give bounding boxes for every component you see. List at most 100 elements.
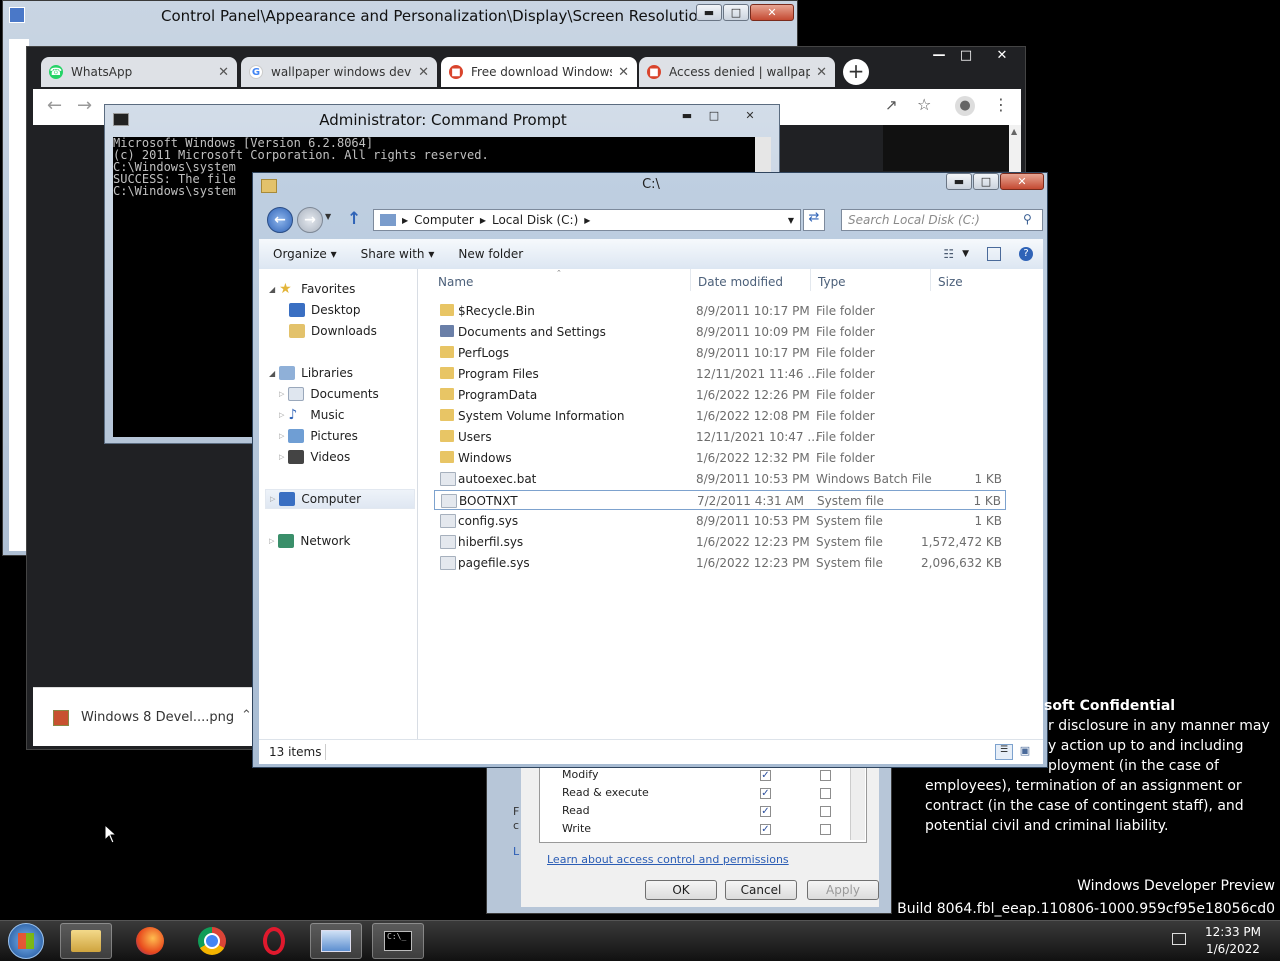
clock-time[interactable]: 12:33 PM <box>1205 925 1261 939</box>
taskbar-explorer[interactable] <box>60 923 112 959</box>
nav-favorites[interactable]: ◢ ★ Favorites <box>269 279 355 299</box>
close-tab-icon[interactable]: ✕ <box>618 65 629 80</box>
nav-desktop[interactable]: Desktop <box>289 300 361 320</box>
back-arrow-icon[interactable]: ← <box>47 95 62 116</box>
large-icons-view-icon[interactable]: ▣ <box>1017 744 1033 758</box>
file-row[interactable]: BOOTNXT 7/2/2011 4:31 AM System file 1 KB <box>434 490 1006 510</box>
new-tab-button[interactable]: + <box>843 59 869 85</box>
clock-date[interactable]: 1/6/2022 <box>1206 942 1260 956</box>
search-input[interactable]: Search Local Disk (C:) <box>841 209 1043 231</box>
file-row[interactable]: Users 12/11/2021 10:47 ... File folder <box>434 427 1006 447</box>
allow-checkbox[interactable]: ✓ <box>760 806 771 817</box>
close-tab-icon[interactable]: ✕ <box>816 65 827 80</box>
column-header-size[interactable]: Size <box>938 275 963 289</box>
new-folder-button[interactable]: New folder <box>458 247 523 261</box>
taskbar-chrome[interactable] <box>186 923 238 959</box>
network-tray-icon[interactable] <box>1172 933 1186 945</box>
tab-whatsapp[interactable]: ☎ WhatsApp ✕ <box>41 57 237 87</box>
tab-wallpaper-search[interactable]: G wallpaper windows devel ✕ <box>241 57 437 87</box>
close-button[interactable]: ✕ <box>728 107 772 124</box>
ok-button[interactable]: OK <box>645 880 717 900</box>
deny-checkbox[interactable] <box>820 824 831 835</box>
nav-network[interactable]: ▷ Network <box>269 531 351 551</box>
minimize-button[interactable]: — <box>926 47 952 64</box>
allow-checkbox[interactable]: ✓ <box>760 824 771 835</box>
close-tab-icon[interactable]: ✕ <box>418 65 429 80</box>
close-button[interactable]: ✕ <box>980 47 1024 64</box>
taskbar-firefox[interactable] <box>124 923 176 959</box>
collapse-arrow-icon[interactable]: ▷ <box>270 495 275 503</box>
nav-libraries[interactable]: ◢ Libraries <box>269 363 353 383</box>
view-options-icon[interactable]: ☷ <box>943 247 954 261</box>
bookmark-star-icon[interactable]: ☆ <box>917 95 931 114</box>
nav-computer[interactable]: ▷ Computer <box>265 489 415 509</box>
apply-button[interactable]: Apply <box>807 880 879 900</box>
maximize-button[interactable]: □ <box>953 47 979 64</box>
expand-arrow-icon[interactable]: ◢ <box>269 369 275 378</box>
nav-videos[interactable]: ▷ Videos <box>279 447 350 467</box>
file-row[interactable]: $Recycle.Bin 8/9/2011 10:17 PM File folder <box>434 301 1006 321</box>
collapse-arrow-icon[interactable]: ▷ <box>279 432 284 440</box>
file-row[interactable]: hiberfil.sys 1/6/2022 12:23 PM System file… <box>434 532 1006 552</box>
taskbar-control-panel[interactable] <box>310 923 362 959</box>
forward-arrow-icon[interactable]: → <box>77 95 92 116</box>
minimize-button[interactable]: ▬ <box>696 4 722 21</box>
file-row[interactable]: ProgramData 1/6/2022 12:26 PM File folder <box>434 385 1006 405</box>
preview-pane-icon[interactable] <box>987 247 1001 261</box>
file-row[interactable]: config.sys 8/9/2011 10:53 PM System file 1 … <box>434 511 1006 531</box>
search-icon[interactable]: ⚲ <box>1023 212 1032 226</box>
column-header-name[interactable]: Name <box>438 275 473 289</box>
breadcrumb-computer[interactable]: Computer <box>414 213 474 227</box>
allow-checkbox[interactable]: ✓ <box>760 788 771 799</box>
nav-pictures[interactable]: ▷ Pictures <box>279 426 358 446</box>
column-header-date[interactable]: Date modified <box>698 275 783 289</box>
address-dropdown-icon[interactable]: ▼ <box>788 216 794 225</box>
maximize-button[interactable]: □ <box>701 107 727 124</box>
share-with-button[interactable]: Share with ▾ <box>361 247 435 261</box>
menu-kebab-icon[interactable]: ⋮ <box>993 95 1009 114</box>
collapse-arrow-icon[interactable]: ▷ <box>279 390 284 398</box>
share-icon[interactable]: ↗ <box>885 96 898 114</box>
close-button[interactable]: ✕ <box>1000 173 1044 190</box>
nav-documents[interactable]: ▷ Documents <box>279 384 379 404</box>
collapse-arrow-icon[interactable]: ▷ <box>279 453 284 461</box>
close-button[interactable]: ✕ <box>750 4 794 21</box>
allow-checkbox[interactable]: ✓ <box>760 770 771 781</box>
nav-downloads[interactable]: Downloads <box>289 321 377 341</box>
file-row[interactable]: Documents and Settings 8/9/2011 10:09 PM F… <box>434 322 1006 342</box>
file-row[interactable]: PerfLogs 8/9/2011 10:17 PM File folder <box>434 343 1006 363</box>
start-button[interactable] <box>8 923 44 959</box>
chevron-up-icon[interactable]: ⌃ <box>241 708 252 723</box>
close-tab-icon[interactable]: ✕ <box>218 65 229 80</box>
view-dropdown-icon[interactable]: ▼ <box>962 249 969 259</box>
minimize-button[interactable]: ▬ <box>946 173 972 190</box>
refresh-button[interactable]: ⇄ <box>803 209 825 231</box>
minimize-button[interactable]: ▬ <box>674 107 700 124</box>
tab-free-download[interactable]: ■ Free download Windows ✕ <box>441 57 637 87</box>
address-bar[interactable]: ▶ Computer ▶ Local Disk (C:) ▶ ▼ <box>373 209 801 231</box>
scroll-up-icon[interactable]: ▲ <box>1011 127 1017 136</box>
file-row[interactable]: Program Files 12/11/2021 11:46 ... File fo… <box>434 364 1006 384</box>
history-chevron-icon[interactable]: ▼ <box>325 212 331 221</box>
file-row[interactable]: pagefile.sys 1/6/2022 12:23 PM System file… <box>434 553 1006 573</box>
deny-checkbox[interactable] <box>820 788 831 799</box>
file-row[interactable]: Windows 1/6/2022 12:32 PM File folder <box>434 448 1006 468</box>
profile-avatar-icon[interactable]: ● <box>955 96 975 116</box>
collapse-arrow-icon[interactable]: ▷ <box>269 537 274 545</box>
forward-arrow-icon[interactable]: → <box>297 207 323 233</box>
permissions-scrollbar[interactable] <box>850 766 865 840</box>
taskbar-command-prompt[interactable]: C:\_ <box>372 923 424 959</box>
file-row[interactable]: autoexec.bat 8/9/2011 10:53 PM Windows Bat… <box>434 469 1006 489</box>
nav-music[interactable]: ▷ ♪ Music <box>279 405 345 425</box>
deny-checkbox[interactable] <box>820 806 831 817</box>
access-control-link[interactable]: Learn about access control and permissio… <box>547 853 789 866</box>
organize-button[interactable]: Organize ▾ <box>273 247 337 261</box>
details-view-icon[interactable]: ☰ <box>995 744 1013 760</box>
download-item-label[interactable]: Windows 8 Devel....png <box>81 710 234 725</box>
expand-arrow-icon[interactable]: ◢ <box>269 285 275 294</box>
back-arrow-icon[interactable]: ← <box>267 207 293 233</box>
taskbar-opera[interactable] <box>248 923 300 959</box>
deny-checkbox[interactable] <box>820 770 831 781</box>
help-icon[interactable]: ? <box>1019 247 1033 261</box>
tab-access-denied[interactable]: ■ Access denied | wallpape ✕ <box>639 57 835 87</box>
